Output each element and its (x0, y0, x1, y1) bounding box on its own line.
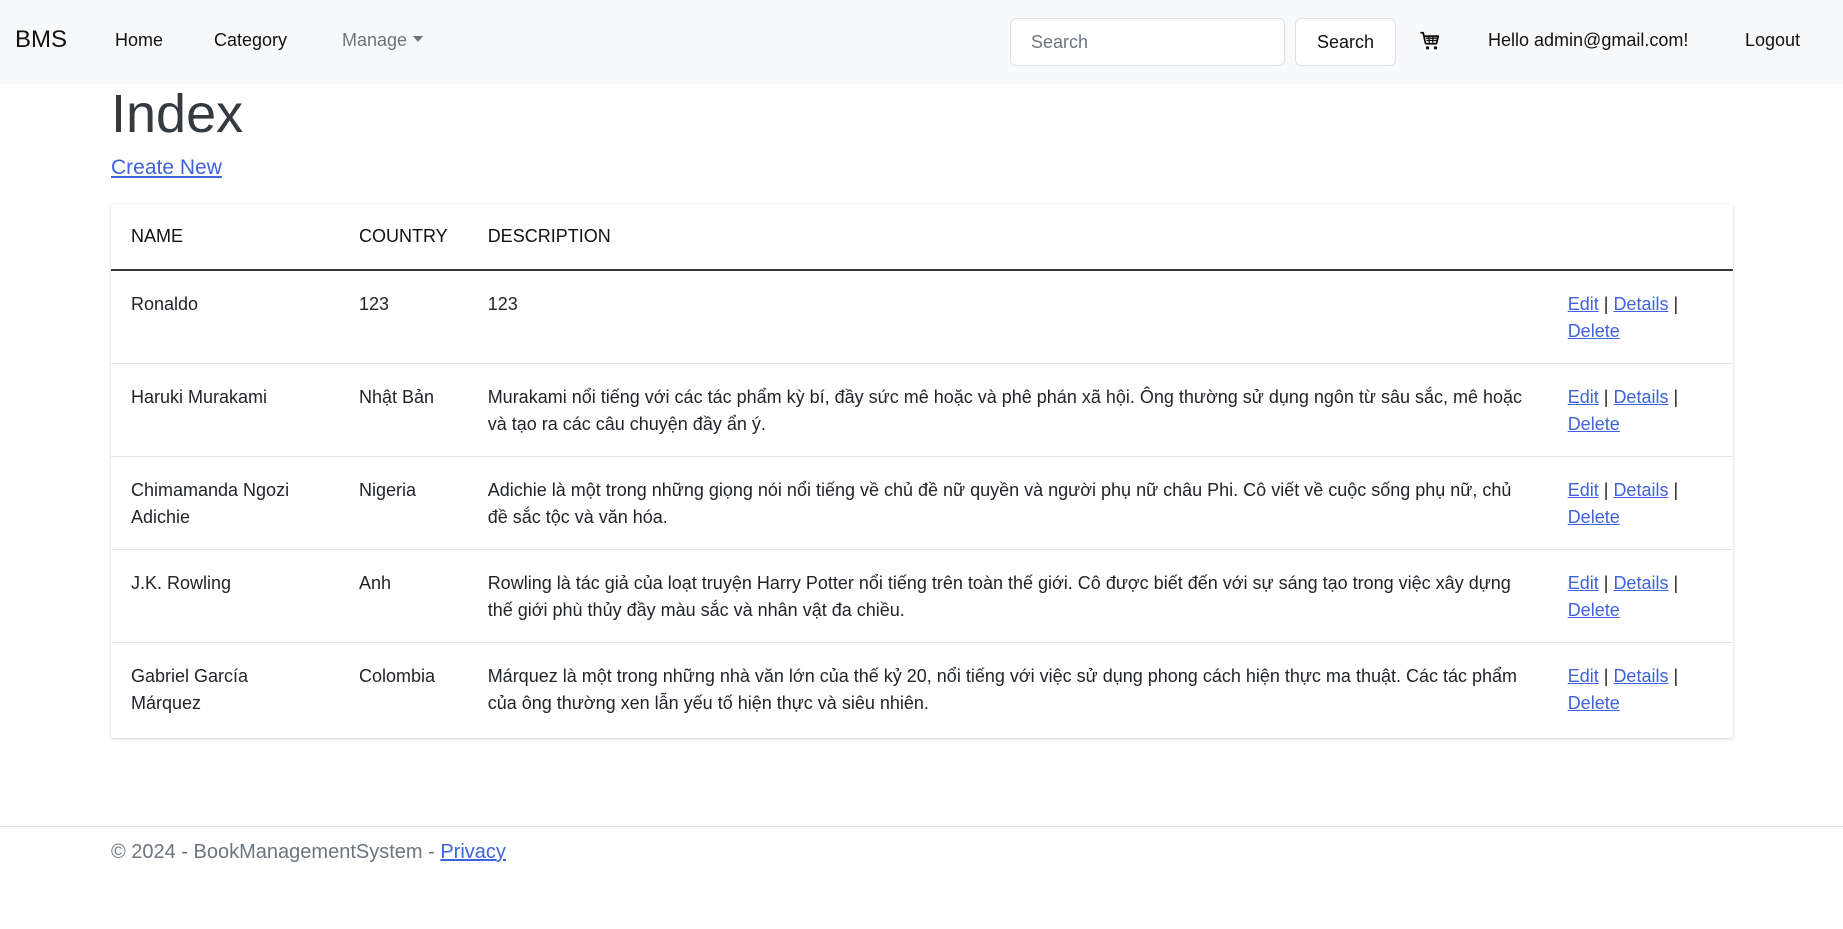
table-header-row: NAME COUNTRY DESCRIPTION (111, 204, 1733, 271)
cell-name: Chimamanda Ngozi Adichie (111, 456, 339, 550)
table-row: J.K. Rowling Anh Rowling là tác giả của … (111, 549, 1733, 643)
details-link[interactable]: Details (1613, 573, 1668, 593)
search-button[interactable]: Search (1295, 18, 1396, 66)
edit-link[interactable]: Edit (1568, 666, 1599, 686)
nav-home[interactable]: Home (115, 30, 163, 51)
table-row: Chimamanda Ngozi Adichie Nigeria Adichie… (111, 456, 1733, 550)
cell-country: Colombia (359, 665, 436, 686)
create-new-link[interactable]: Create New (111, 156, 222, 180)
row-actions: Edit | Details | Delete (1547, 549, 1733, 643)
row-actions: Edit | Details | Delete (1547, 270, 1733, 364)
row-actions: Edit | Details | Delete (1547, 456, 1733, 550)
cell-country: Nhật Bản (339, 363, 468, 457)
row-actions: Edit | Details | Delete (1548, 642, 1733, 735)
caret-down-icon (413, 36, 424, 43)
edit-link[interactable]: Edit (1568, 573, 1599, 593)
separator: | (1603, 294, 1609, 314)
cell-name: Gabriel García Márquez (131, 665, 249, 713)
separator: | (1603, 479, 1609, 500)
edit-link[interactable]: Edit (1568, 480, 1599, 500)
cell-name: Ronaldo (111, 270, 339, 364)
separator: | (1673, 479, 1679, 500)
nav-manage-dropdown[interactable]: Manage (342, 30, 424, 51)
edit-link[interactable]: Edit (1568, 294, 1599, 314)
cell-country: Nigeria (339, 456, 468, 550)
nav-category[interactable]: Category (214, 30, 287, 51)
copyright-text: © 2024 - BookManagementSystem - (111, 841, 435, 863)
cell-country: 123 (339, 270, 468, 364)
separator: | (1673, 572, 1679, 593)
delete-link[interactable]: Delete (1568, 600, 1620, 620)
footer-text: © 2024 - BookManagementSystem - Privacy (111, 841, 506, 864)
cell-description: Rowling là tác giả của loạt truyện Harry… (467, 549, 1548, 643)
separator: | (1673, 294, 1679, 314)
details-link[interactable]: Details (1613, 294, 1668, 314)
search-input[interactable] (1010, 18, 1285, 66)
header-actions (1547, 204, 1733, 271)
details-link[interactable]: Details (1613, 387, 1668, 407)
separator: | (1603, 386, 1609, 407)
table-row: Ronaldo 123 123 Edit | Details | Delete (111, 270, 1733, 364)
details-link[interactable]: Details (1613, 480, 1668, 500)
separator: | (1673, 386, 1679, 407)
privacy-link[interactable]: Privacy (440, 841, 506, 863)
header-country: COUNTRY (339, 204, 468, 271)
cell-name: Haruki Murakami (111, 363, 339, 457)
cell-name: J.K. Rowling (111, 549, 339, 643)
page-title: Index (111, 84, 244, 144)
header-name: NAME (111, 204, 339, 271)
header-description: DESCRIPTION (467, 204, 1548, 271)
cell-description: Murakami nổi tiếng với các tác phẩm kỳ b… (467, 363, 1548, 457)
brand-link[interactable]: BMS (15, 26, 67, 54)
footer: © 2024 - BookManagementSystem - Privacy (0, 826, 1843, 929)
delete-link[interactable]: Delete (1568, 507, 1620, 527)
cell-description: Márquez là một trong những nhà văn lớn c… (487, 665, 1518, 713)
nav-manage-label: Manage (342, 30, 408, 50)
navbar: BMS Home Category Manage Search Hello ad… (0, 0, 1843, 84)
cart-icon[interactable] (1419, 30, 1441, 52)
cell-description: 123 (467, 270, 1548, 364)
logout-link[interactable]: Logout (1745, 30, 1800, 51)
delete-link[interactable]: Delete (1568, 321, 1620, 341)
authors-table-card: NAME COUNTRY DESCRIPTION Ronaldo 123 123… (111, 204, 1733, 738)
separator: | (1603, 665, 1609, 686)
edit-link[interactable]: Edit (1568, 387, 1599, 407)
cell-country: Anh (339, 549, 468, 643)
details-link[interactable]: Details (1613, 666, 1668, 686)
delete-link[interactable]: Delete (1568, 414, 1620, 434)
separator: | (1603, 572, 1609, 593)
user-greeting-link[interactable]: Hello admin@gmail.com! (1488, 30, 1688, 51)
cell-description: Adichie là một trong những giọng nói nổi… (467, 456, 1548, 550)
separator: | (1673, 665, 1679, 686)
row-actions: Edit | Details | Delete (1547, 363, 1733, 457)
delete-link[interactable]: Delete (1568, 693, 1620, 713)
table-row: Haruki Murakami Nhật Bản Murakami nổi ti… (111, 363, 1733, 457)
authors-table: NAME COUNTRY DESCRIPTION Ronaldo 123 123… (111, 204, 1733, 735)
table-row: Gabriel García Márquez Colombia Márquez … (111, 642, 1733, 735)
